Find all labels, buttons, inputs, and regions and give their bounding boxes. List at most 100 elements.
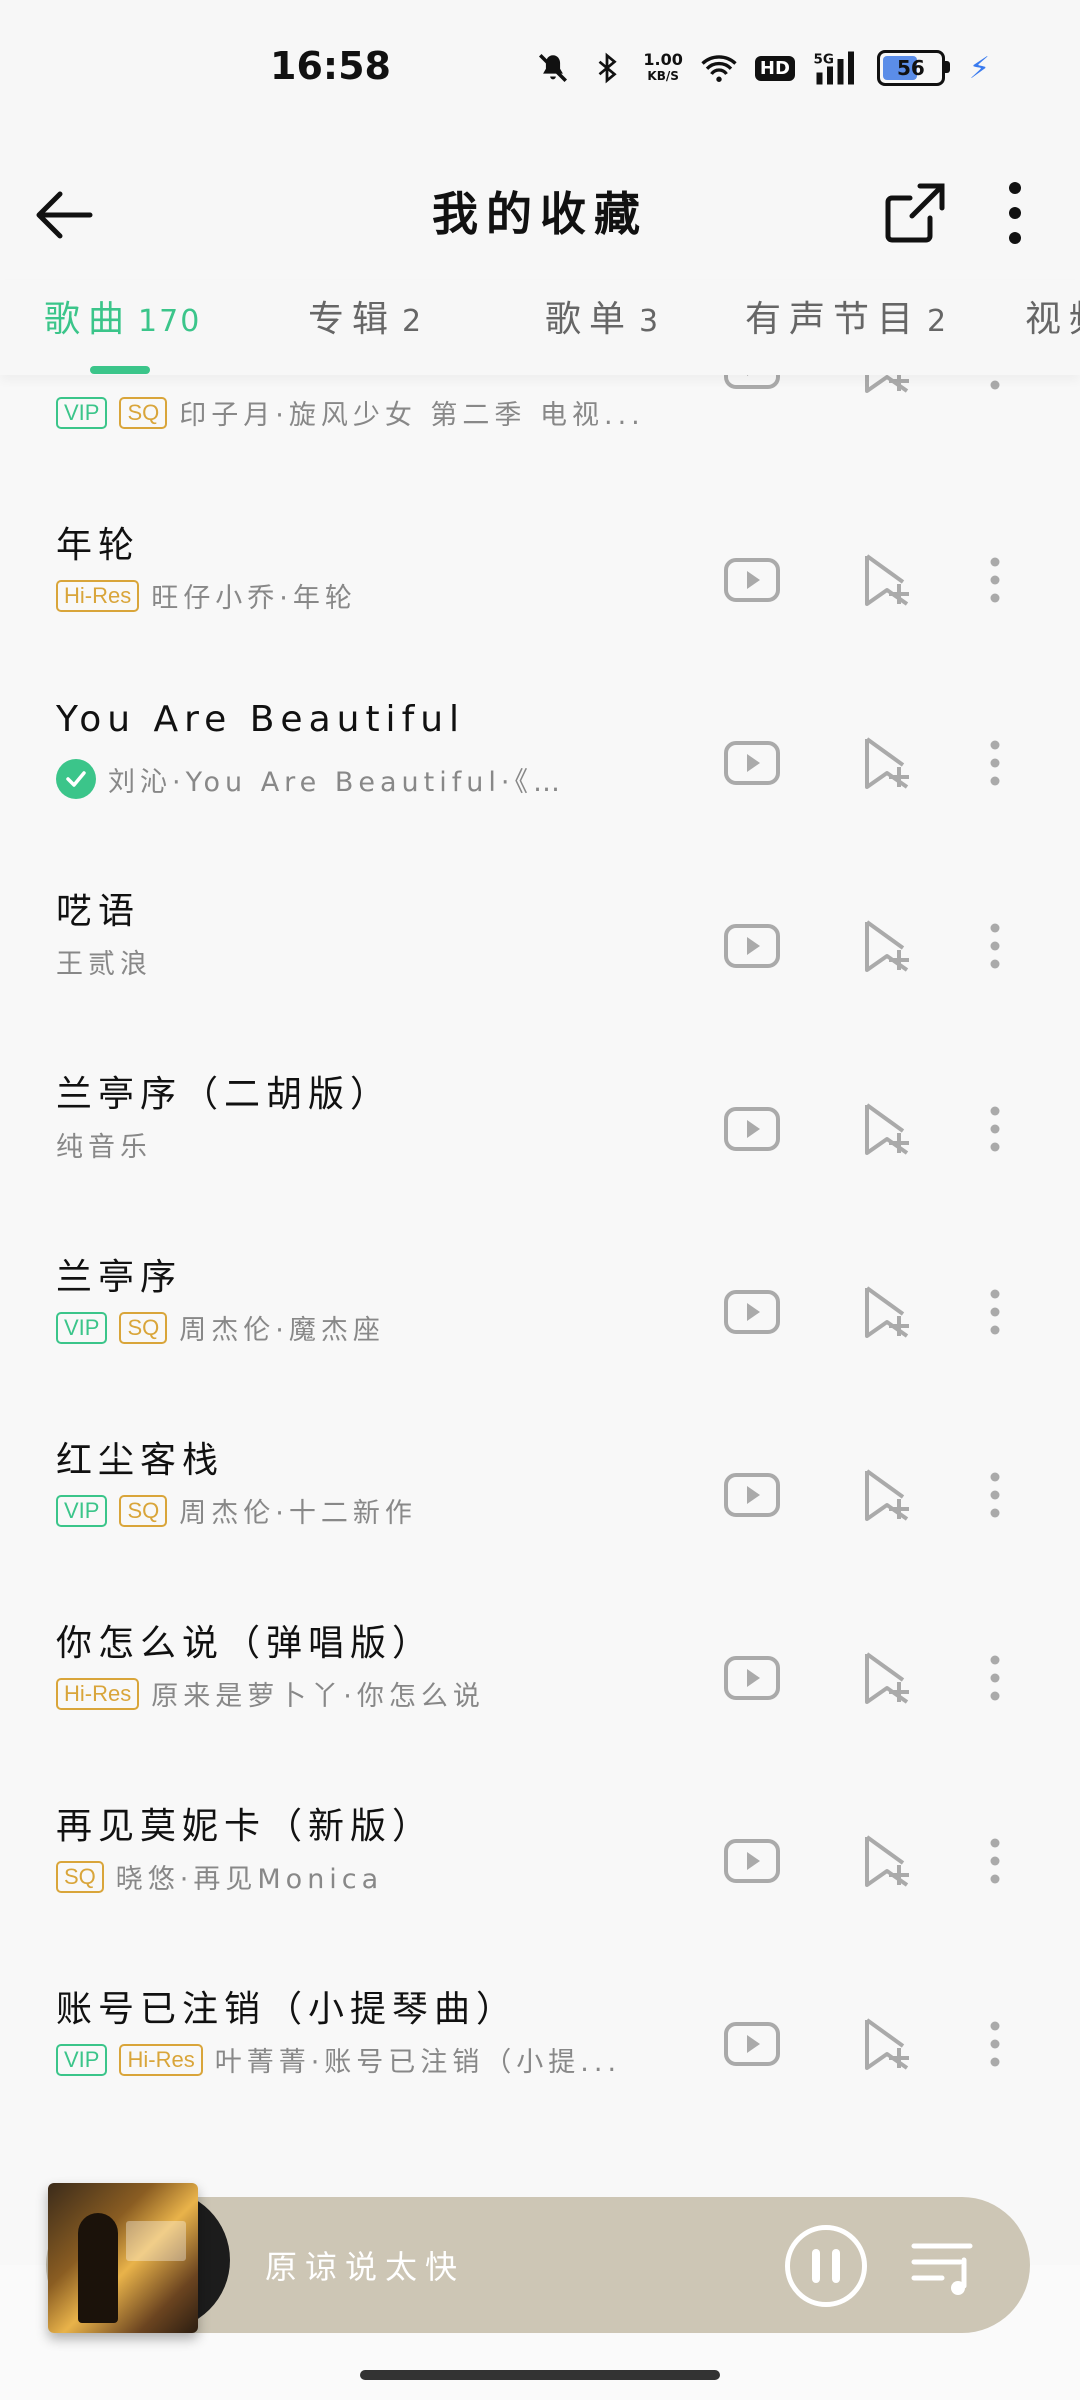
- add-to-playlist-icon: [865, 1835, 909, 1887]
- song-more-button[interactable]: [975, 731, 1015, 795]
- song-subtitle: 纯音乐: [56, 1132, 152, 1163]
- play-video-button[interactable]: [720, 1097, 784, 1161]
- add-to-playlist-icon: [865, 1286, 909, 1338]
- list-item[interactable]: 兰亭序 VIP SQ 周杰伦·魔杰座: [0, 1230, 1080, 1413]
- list-item[interactable]: 你怎么说（弹唱版） Hi-Res 原来是萝卜丫·你怎么说: [0, 1596, 1080, 1779]
- tab-videos[interactable]: 视频: [1025, 290, 1080, 342]
- tab-songs[interactable]: 歌曲 170: [44, 290, 201, 342]
- add-to-playlist-icon: [865, 554, 909, 606]
- list-item[interactable]: 年轮 Hi-Res 旺仔小乔·年轮: [0, 498, 1080, 681]
- song-title: 兰亭序: [56, 1257, 183, 1298]
- song-subtitle: 刘沁·You Are Beautiful·《寒武纪》网...: [108, 766, 578, 798]
- more-vertical-icon: [990, 1106, 1000, 1152]
- add-to-playlist-icon: [865, 920, 909, 972]
- song-title: 兰亭序（二胡版）: [56, 1074, 393, 1115]
- song-more-button[interactable]: [975, 2012, 1015, 2076]
- top-app-bar: 我的收藏: [0, 140, 1080, 290]
- list-item[interactable]: 呓语 王贰浪: [0, 864, 1080, 1047]
- play-video-button[interactable]: [720, 731, 784, 795]
- more-vertical-icon: [990, 1472, 1000, 1518]
- list-item[interactable]: 再见莫妮卡（新版） SQ 晓悠·再见Monica: [0, 1779, 1080, 1962]
- play-video-button[interactable]: [720, 1463, 784, 1527]
- status-time: 16:58: [270, 44, 391, 88]
- song-title: 呓语: [56, 891, 141, 932]
- sq-badge: SQ: [119, 1494, 168, 1527]
- add-to-playlist-button[interactable]: [855, 731, 919, 795]
- play-queue-button[interactable]: [910, 2238, 980, 2298]
- play-video-button[interactable]: [720, 548, 784, 612]
- add-to-playlist-button[interactable]: [855, 1097, 919, 1161]
- hires-badge: Hi-Res: [56, 1677, 140, 1710]
- downloaded-check-icon: [56, 759, 96, 799]
- song-title: 账号已注销（小提琴曲）: [56, 1989, 519, 2030]
- more-vertical-icon: [990, 2021, 1000, 2067]
- song-subtitle: 晓悠·再见Monica: [115, 1864, 384, 1895]
- vip-badge: VIP: [56, 396, 108, 429]
- add-to-playlist-button[interactable]: [855, 914, 919, 978]
- sq-badge: SQ: [119, 1311, 168, 1344]
- network-speed: 1.00 KB/S: [643, 50, 683, 84]
- video-play-icon: [724, 375, 780, 389]
- video-play-icon: [724, 741, 780, 785]
- song-more-button[interactable]: [975, 1463, 1015, 1527]
- play-video-button[interactable]: [720, 1280, 784, 1344]
- song-title: You Are Beautiful: [56, 699, 466, 740]
- charging-icon: ⚡: [968, 50, 990, 86]
- battery-icon: 56: [876, 50, 950, 86]
- video-play-icon: [724, 1473, 780, 1517]
- status-icons: 1.00 KB/S HD 5G 56 ⚡: [535, 50, 990, 86]
- more-vertical-icon: [990, 1655, 1000, 1701]
- sq-badge: SQ: [56, 1860, 104, 1893]
- playlist-queue-icon: [911, 2243, 973, 2295]
- song-subtitle: 叶菁菁·账号已注销（小提...: [214, 2047, 622, 2078]
- song-more-button[interactable]: [975, 375, 1015, 399]
- video-play-icon: [724, 558, 780, 602]
- add-to-playlist-button[interactable]: [855, 2012, 919, 2076]
- add-to-playlist-icon: [865, 375, 909, 393]
- play-video-button[interactable]: [720, 914, 784, 978]
- home-indicator[interactable]: [360, 2370, 720, 2380]
- video-play-icon: [724, 1656, 780, 1700]
- song-more-button[interactable]: [975, 1646, 1015, 1710]
- song-more-button[interactable]: [975, 1097, 1015, 1161]
- video-play-icon: [724, 1839, 780, 1883]
- list-item[interactable]: You Are Beautiful 刘沁·You Are Beautiful·《…: [0, 681, 1080, 864]
- song-title: 红尘客栈: [56, 1440, 225, 1481]
- song-more-button[interactable]: [975, 1280, 1015, 1344]
- list-item[interactable]: 红尘客栈 VIP SQ 周杰伦·十二新作: [0, 1413, 1080, 1596]
- song-more-button[interactable]: [975, 914, 1015, 978]
- share-button[interactable]: [880, 178, 950, 248]
- list-item[interactable]: 账号已注销（小提琴曲） VIP Hi-Res 叶菁菁·账号已注销（小提...: [0, 1962, 1080, 2145]
- add-to-playlist-button[interactable]: [855, 1829, 919, 1893]
- list-item[interactable]: 兰亭序（二胡版） 纯音乐: [0, 1047, 1080, 1230]
- vip-badge: VIP: [56, 1494, 108, 1527]
- play-video-button[interactable]: [720, 2012, 784, 2076]
- more-options-button[interactable]: [980, 178, 1050, 248]
- tab-audio-programs[interactable]: 有声节目 2: [745, 290, 948, 342]
- song-subtitle: 王贰浪: [56, 949, 152, 980]
- more-vertical-icon: [990, 1838, 1000, 1884]
- tab-albums[interactable]: 专辑 2: [308, 290, 423, 342]
- add-to-playlist-button[interactable]: [855, 548, 919, 612]
- play-video-button[interactable]: [720, 375, 784, 399]
- list-item[interactable]: VIP SQ 印子月·旋风少女 第二季 电视...: [0, 375, 1080, 498]
- more-vertical-icon: [1009, 182, 1021, 244]
- add-to-playlist-button[interactable]: [855, 1463, 919, 1527]
- cellular-signal-icon: 5G: [813, 50, 859, 86]
- album-cover[interactable]: [48, 2183, 198, 2333]
- play-video-button[interactable]: [720, 1829, 784, 1893]
- pause-button[interactable]: [785, 2225, 867, 2307]
- song-subtitle: 原来是萝卜丫·你怎么说: [151, 1681, 485, 1712]
- song-title: 你怎么说（弹唱版）: [56, 1623, 435, 1664]
- bluetooth-icon: [589, 50, 625, 86]
- share-icon: [885, 183, 945, 243]
- play-video-button[interactable]: [720, 1646, 784, 1710]
- song-more-button[interactable]: [975, 548, 1015, 612]
- song-more-button[interactable]: [975, 1829, 1015, 1893]
- song-subtitle: 周杰伦·十二新作: [179, 1498, 417, 1529]
- add-to-playlist-button[interactable]: [855, 1646, 919, 1710]
- tab-playlists[interactable]: 歌单 3: [545, 290, 660, 342]
- hires-badge: Hi-Res: [56, 579, 140, 612]
- add-to-playlist-button[interactable]: [855, 1280, 919, 1344]
- add-to-playlist-button[interactable]: [855, 375, 919, 399]
